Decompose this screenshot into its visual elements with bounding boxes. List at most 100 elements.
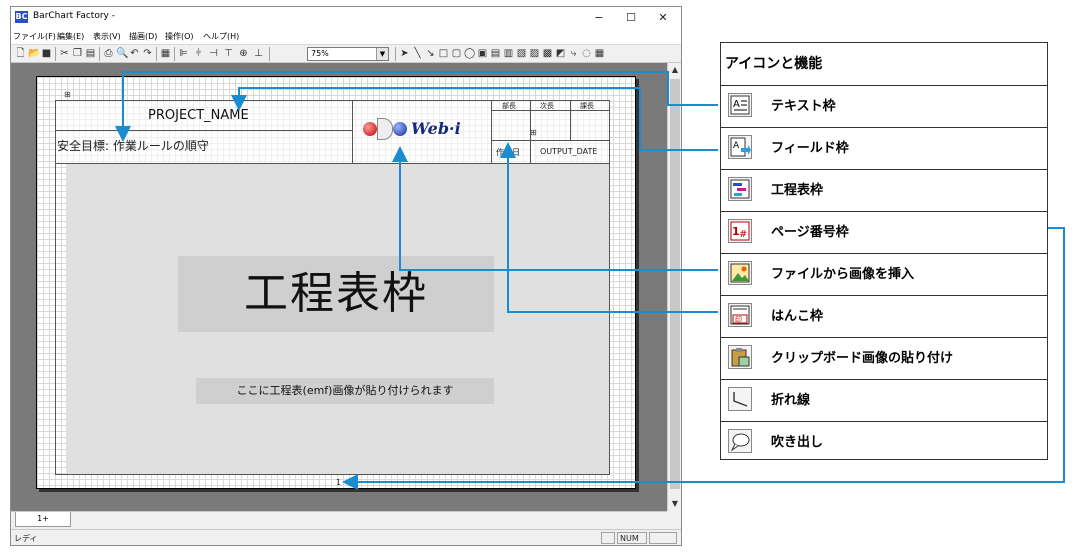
new-file-icon[interactable]: 🗋: [15, 48, 26, 59]
screenshot-root: BC BarChart Factory - − ☐ ✕ ファイル(F) 編集(E…: [0, 0, 1080, 560]
page-number-field[interactable]: 1: [336, 478, 341, 487]
legend-row-text-frame: A テキスト枠: [721, 85, 1047, 123]
window-title: BarChart Factory -: [33, 11, 115, 21]
status-cell-blank: [601, 532, 615, 544]
menu-help[interactable]: ヘルプ(H): [203, 31, 239, 42]
status-num-indicator: NUM: [617, 532, 647, 544]
align-center-icon[interactable]: ⫩: [193, 48, 204, 59]
schedule-frame-label: 工程表枠: [244, 268, 428, 319]
cut-icon[interactable]: ✂: [59, 48, 70, 59]
status-cell-blank: [649, 532, 677, 544]
menu-edit[interactable]: 編集(E): [57, 31, 84, 42]
polyline-icon[interactable]: ⤷: [568, 48, 579, 59]
app-icon: BC: [15, 11, 28, 23]
stamp-frame-icon: 印: [728, 303, 752, 327]
icon-legend-panel: アイコンと機能 A テキスト枠 A フィールド枠 工程表枠 1# ページ番号枠: [720, 42, 1048, 460]
table-icon[interactable]: ▦: [594, 48, 605, 59]
legend-label: テキスト枠: [771, 99, 836, 114]
menu-draw[interactable]: 描画(D): [129, 31, 157, 42]
grid-icon[interactable]: ▦: [160, 48, 171, 59]
schedule-caption-box[interactable]: ここに工程表(emf)画像が貼り付けられます: [196, 378, 494, 404]
scroll-up-icon[interactable]: ▲: [668, 63, 682, 77]
legend-label: 吹き出し: [771, 435, 824, 450]
close-button[interactable]: ✕: [651, 9, 675, 27]
toolbar-separator: [156, 47, 157, 61]
redo-icon[interactable]: ↷: [142, 48, 153, 59]
legend-row-insert-image: ファイルから画像を挿入: [721, 253, 1047, 291]
paste-icon[interactable]: ▤: [85, 48, 96, 59]
minimize-button[interactable]: −: [587, 9, 611, 27]
rounded-rectangle-icon[interactable]: ▢: [451, 48, 462, 59]
zoom-select[interactable]: 75% ▼: [307, 47, 389, 61]
legend-label: はんこ枠: [771, 309, 824, 324]
toolbar-separator: [395, 47, 396, 61]
zoom-value: 75%: [311, 49, 329, 58]
toolbar-separator: [174, 47, 175, 61]
clipboard-paste-icon[interactable]: ◩: [555, 48, 566, 59]
polyline-icon: [728, 387, 752, 411]
legend-row-polyline: 折れ線: [721, 379, 1047, 417]
legend-row-page-number: 1 # ページ番号枠: [721, 211, 1047, 249]
legend-row-stamp-frame: 印 はんこ枠: [721, 295, 1047, 333]
stamp-frame-icon[interactable]: ▩: [542, 48, 553, 59]
toolbar: 🗋 📂 ■ ✂ ❐ ▤ ⎙ 🔍 ↶ ↷ ▦ ⊫ ⫩ ⊣ ⊤ ⊕ ⊥ 75% ▼: [11, 44, 681, 63]
pointer-icon[interactable]: ➤: [399, 48, 410, 59]
align-right-icon[interactable]: ⊣: [208, 48, 219, 59]
menu-file[interactable]: ファイル(F): [13, 31, 56, 42]
field-frame-icon[interactable]: ▤: [490, 48, 501, 59]
legend-label: ページ番号枠: [771, 225, 849, 240]
copy-icon[interactable]: ❐: [72, 48, 83, 59]
menu-view[interactable]: 表示(V): [93, 31, 121, 42]
align-bottom-icon[interactable]: ⊥: [253, 48, 264, 59]
legend-row-schedule-frame: 工程表枠: [721, 169, 1047, 207]
status-text: レディ: [14, 534, 38, 543]
scroll-down-icon[interactable]: ▼: [668, 497, 682, 511]
menu-bar: ファイル(F) 編集(E) 表示(V) 描画(D) 操作(O) ヘルプ(H): [11, 29, 681, 44]
sheet-tab[interactable]: 1+: [15, 512, 71, 527]
svg-text:#: #: [739, 229, 747, 240]
page-number-frame-icon[interactable]: ▧: [516, 48, 527, 59]
insert-image-icon: [728, 261, 752, 285]
align-top-icon[interactable]: ⊤: [223, 48, 234, 59]
title-bar[interactable]: BC BarChart Factory - − ☐ ✕: [11, 7, 681, 29]
text-frame-icon: A: [728, 93, 752, 117]
ellipse-icon[interactable]: ◯: [464, 48, 475, 59]
legend-row-field-frame: A フィールド枠: [721, 127, 1047, 165]
align-left-icon[interactable]: ⊫: [178, 48, 189, 59]
schedule-frame[interactable]: 工程表枠: [178, 256, 494, 332]
text-frame-icon[interactable]: ▣: [477, 48, 488, 59]
status-bar: レディ NUM: [11, 529, 681, 545]
svg-text:A: A: [733, 141, 740, 151]
legend-label: クリップボード画像の貼り付け: [771, 351, 954, 366]
clipboard-paste-icon: [728, 345, 752, 369]
scroll-thumb[interactable]: [670, 79, 680, 489]
arrow-line-icon[interactable]: ↘: [425, 48, 436, 59]
legend-row-balloon: 吹き出し: [721, 421, 1047, 459]
legend-label: ファイルから画像を挿入: [771, 267, 915, 282]
legend-label: 折れ線: [771, 393, 811, 408]
undo-icon[interactable]: ↶: [129, 48, 140, 59]
chevron-down-icon[interactable]: ▼: [376, 48, 388, 60]
stamp-marker-icon: ⊞: [64, 90, 71, 99]
svg-text:A: A: [733, 99, 740, 110]
maximize-button[interactable]: ☐: [619, 9, 643, 27]
schedule-caption: ここに工程表(emf)画像が貼り付けられます: [236, 384, 454, 397]
line-icon[interactable]: ╲: [412, 48, 423, 59]
sheet-tab-bar: 1+: [11, 511, 667, 527]
balloon-icon[interactable]: ◌: [581, 48, 592, 59]
insert-image-icon[interactable]: ▨: [529, 48, 540, 59]
svg-text:印: 印: [735, 316, 742, 324]
print-icon[interactable]: ⎙: [103, 48, 114, 59]
menu-operate[interactable]: 操作(O): [165, 31, 194, 42]
schedule-frame-icon: [728, 177, 752, 201]
schedule-frame-icon[interactable]: ▥: [503, 48, 514, 59]
legend-title: アイコンと機能: [725, 56, 823, 72]
legend-label: フィールド枠: [771, 141, 849, 156]
toolbar-separator: [269, 47, 270, 61]
open-folder-icon[interactable]: 📂: [28, 48, 40, 59]
align-middle-icon[interactable]: ⊕: [238, 48, 249, 59]
save-icon[interactable]: ■: [41, 48, 52, 59]
rectangle-icon[interactable]: □: [438, 48, 449, 59]
print-preview-icon[interactable]: 🔍: [116, 48, 128, 59]
vertical-scrollbar[interactable]: ▲ ▼: [667, 63, 681, 511]
